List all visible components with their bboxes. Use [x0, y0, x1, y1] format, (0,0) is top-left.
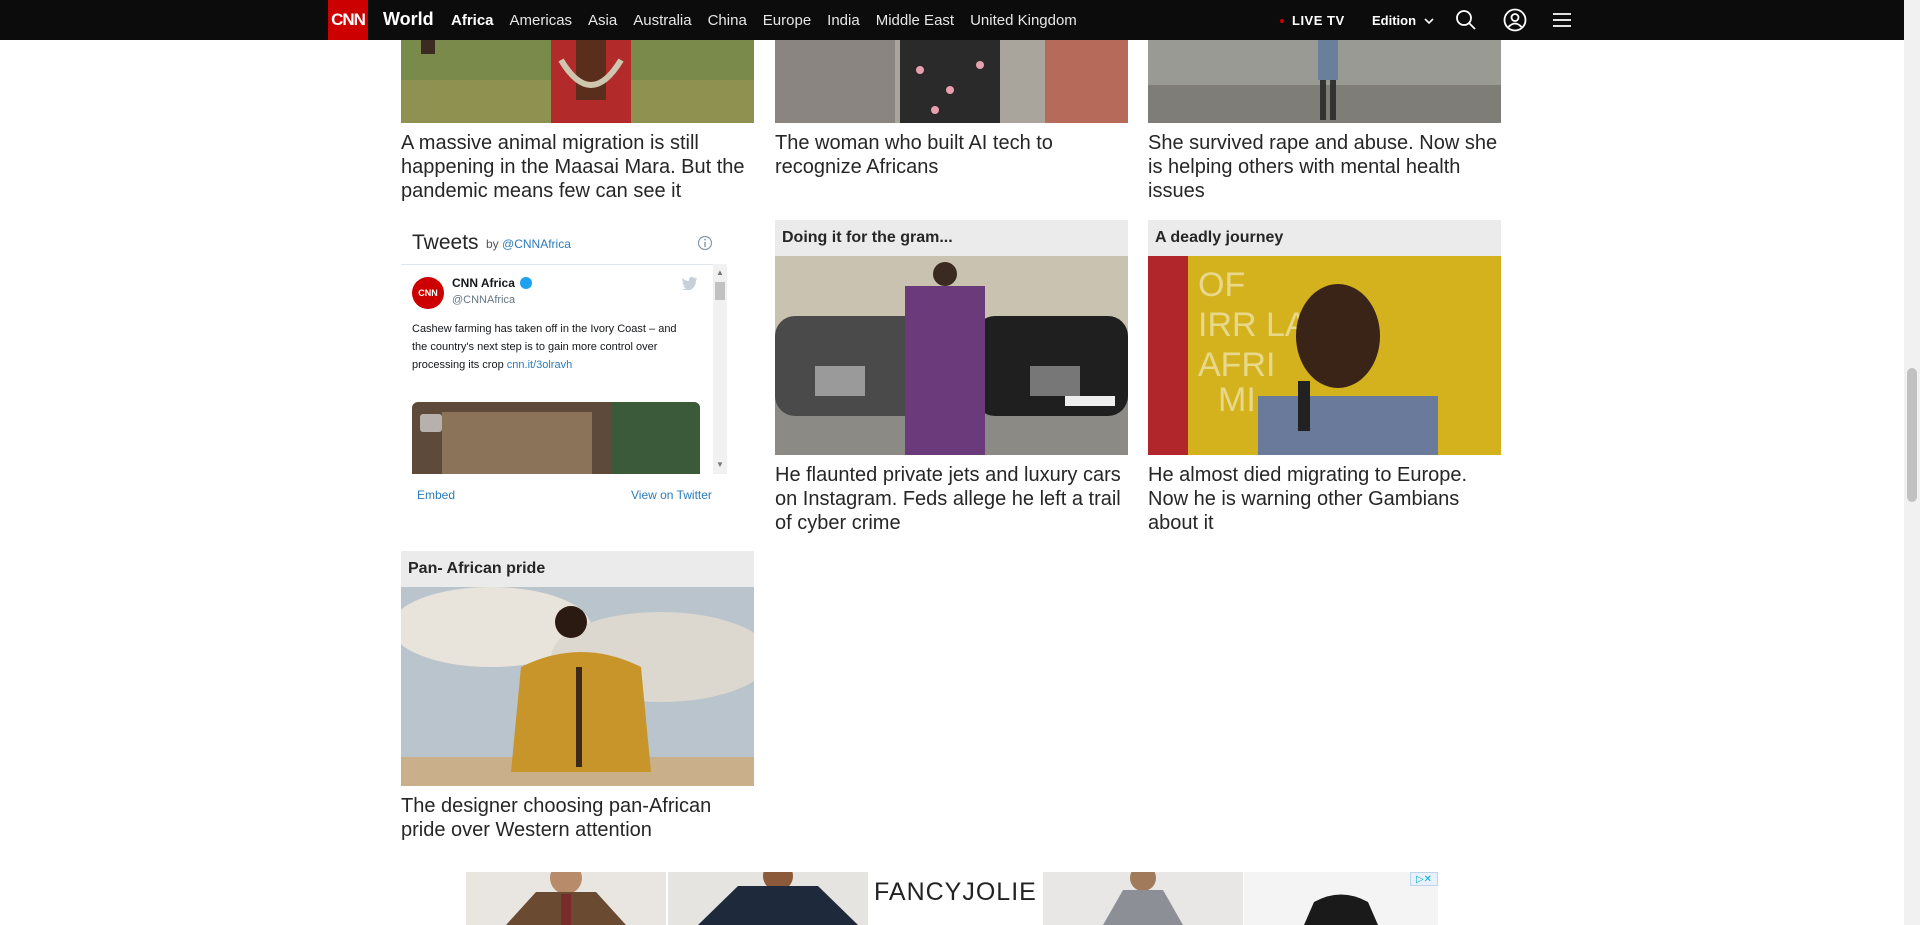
nav-link-india[interactable]: India — [827, 12, 860, 29]
tweet-link[interactable]: cnn.it/3olravh — [507, 359, 572, 371]
tweet-author-name[interactable]: CNN Africa — [452, 276, 515, 290]
story-image-designer[interactable] — [401, 587, 754, 786]
cnn-logo[interactable]: CNN — [328, 0, 368, 40]
tweet-author-handle[interactable]: @CNNAfrica — [452, 294, 515, 306]
page-scrollbar[interactable] — [1904, 0, 1920, 925]
story-banner[interactable]: Pan- African pride — [401, 551, 754, 587]
page-scroll-thumb[interactable] — [1907, 368, 1917, 502]
nav-link-united-kingdom[interactable]: United Kingdom — [970, 12, 1077, 29]
avatar[interactable]: CNN — [412, 277, 444, 309]
story-image-ai-tech[interactable] — [775, 40, 1128, 123]
ad-image-blazer[interactable] — [1043, 872, 1243, 925]
tweets-by-prefix: by — [486, 237, 499, 251]
story-card-ai-tech[interactable]: The woman who built AI tech to recognize… — [775, 40, 1128, 179]
tweet-scrollbar[interactable]: ▲ ▼ — [713, 264, 727, 474]
story-card-gambia[interactable]: A deadly journey OF IRR LAR AFRI MI He a… — [1148, 220, 1501, 535]
story-image-mental-health[interactable] — [1148, 40, 1501, 123]
ad-image-coat-2[interactable] — [668, 872, 868, 925]
ad-image-jacket[interactable] — [1244, 872, 1438, 925]
ad-image-shoe[interactable] — [921, 912, 981, 925]
twitter-bird-icon[interactable] — [681, 276, 699, 290]
section-title[interactable]: World — [383, 9, 434, 30]
story-banner[interactable]: Doing it for the gram... — [775, 220, 1128, 256]
story-banner[interactable]: A deadly journey — [1148, 220, 1501, 256]
tweet-media-image[interactable] — [412, 402, 700, 474]
story-card-instagram[interactable]: Doing it for the gram... He flaunted pri… — [775, 220, 1128, 535]
story-headline[interactable]: A massive animal migration is still happ… — [401, 131, 754, 203]
story-headline[interactable]: The woman who built AI tech to recognize… — [775, 131, 1128, 179]
story-card-mental-health[interactable]: She survived rape and abuse. Now she is … — [1148, 40, 1501, 203]
svg-text:AFRI: AFRI — [1198, 346, 1275, 384]
story-headline[interactable]: He almost died migrating to Europe. Now … — [1148, 463, 1501, 535]
edition-dropdown[interactable]: Edition — [1372, 13, 1434, 28]
live-dot-icon — [1280, 19, 1284, 23]
top-navigation: CNN World Africa Americas Asia Australia… — [0, 0, 1904, 40]
advertisement-banner[interactable]: FANCYJOLIE ▷✕ — [466, 872, 1438, 925]
scroll-up-arrow-icon[interactable]: ▲ — [716, 268, 724, 277]
ad-choices-icon[interactable]: ▷✕ — [1410, 872, 1438, 886]
live-tv-link[interactable]: LIVE TV — [1292, 13, 1345, 28]
svg-text:MI: MI — [1218, 381, 1256, 419]
tweet-list[interactable]: CNN CNN Africa @CNNAfrica Cashew farming… — [401, 264, 727, 474]
view-on-twitter-link[interactable]: View on Twitter — [631, 488, 712, 502]
nav-link-asia[interactable]: Asia — [588, 12, 617, 29]
nav-link-americas[interactable]: Americas — [510, 12, 573, 29]
tweets-by-handle-link[interactable]: @CNNAfrica — [502, 237, 571, 251]
chevron-down-icon — [1424, 18, 1434, 25]
twitter-timeline-widget: Tweets by @CNNAfrica CNN CNN Africa @CNN… — [401, 222, 754, 518]
tweets-by: by @CNNAfrica — [486, 237, 571, 251]
story-image-maasai[interactable] — [401, 40, 754, 123]
scroll-thumb[interactable] — [715, 282, 725, 300]
story-card-designer[interactable]: Pan- African pride The designer choosing… — [401, 551, 754, 842]
story-headline[interactable]: The designer choosing pan-African pride … — [401, 794, 754, 842]
story-image-luxury-cars[interactable] — [775, 256, 1128, 455]
story-headline[interactable]: She survived rape and abuse. Now she is … — [1148, 131, 1501, 203]
scroll-down-arrow-icon[interactable]: ▼ — [716, 460, 724, 469]
nav-links: Africa Americas Asia Australia China Eur… — [451, 12, 1077, 29]
ad-brand-name[interactable]: FANCYJOLIE — [874, 878, 1037, 907]
nav-link-europe[interactable]: Europe — [763, 12, 811, 29]
tweet-text: Cashew farming has taken off in the Ivor… — [412, 320, 692, 374]
nav-link-africa[interactable]: Africa — [451, 12, 494, 29]
embed-link[interactable]: Embed — [417, 488, 455, 502]
tweets-title: Tweets — [412, 231, 479, 254]
nav-link-middle-east[interactable]: Middle East — [876, 12, 954, 29]
story-card-maasai[interactable]: A massive animal migration is still happ… — [401, 40, 754, 203]
nav-link-australia[interactable]: Australia — [633, 12, 691, 29]
edition-label: Edition — [1372, 13, 1417, 28]
svg-text:OF: OF — [1198, 266, 1245, 304]
search-icon[interactable] — [1455, 9, 1477, 31]
menu-icon[interactable] — [1551, 9, 1573, 31]
info-icon[interactable] — [697, 235, 713, 251]
story-headline[interactable]: He flaunted private jets and luxury cars… — [775, 463, 1128, 535]
ad-image-coat-1[interactable] — [466, 872, 666, 925]
verified-badge-icon — [520, 277, 532, 289]
account-icon[interactable] — [1503, 8, 1527, 32]
story-image-migrant[interactable]: OF IRR LAR AFRI MI — [1148, 256, 1501, 455]
nav-link-china[interactable]: China — [708, 12, 747, 29]
